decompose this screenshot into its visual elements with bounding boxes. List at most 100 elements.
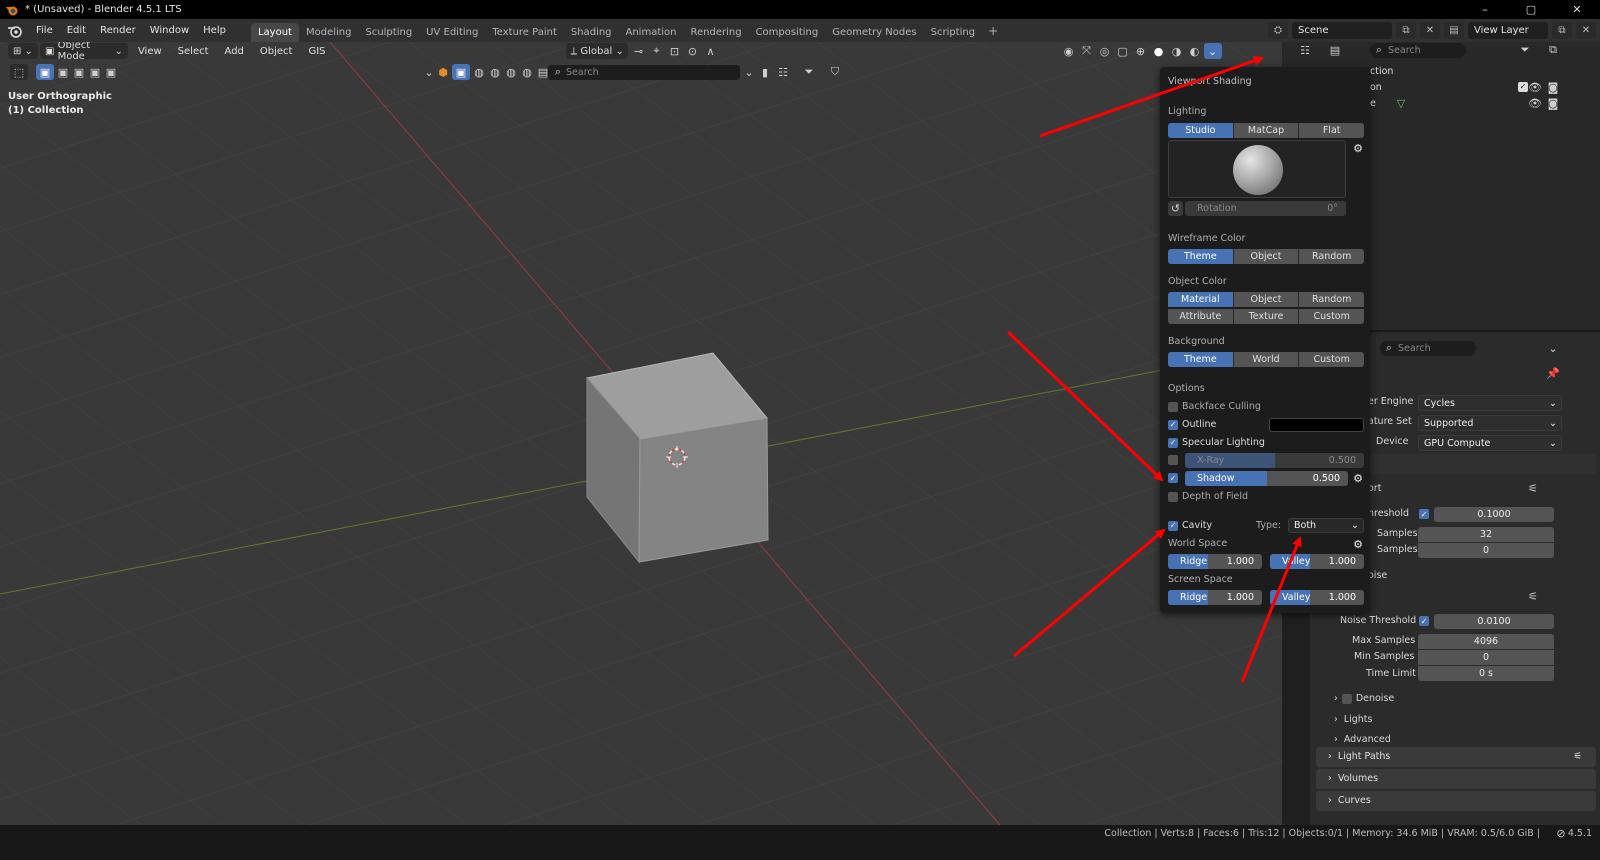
outliner-filter-icon[interactable]: ⏷ — [1516, 42, 1534, 58]
rendered-shading-icon[interactable]: ◐ — [1186, 43, 1204, 59]
lighting-studio-button[interactable]: Studio — [1168, 123, 1234, 138]
object-mode-dropdown[interactable]: ▣ Object Mode ⌄ — [39, 42, 128, 62]
bg-custom-button[interactable]: Custom — [1299, 352, 1364, 367]
outliner-cube-item[interactable]: e — [1370, 98, 1376, 109]
select-mode-new-icon[interactable]: ▣ — [36, 64, 54, 80]
wireframe-shading-icon[interactable]: ⊕ — [1132, 43, 1150, 59]
time-limit-field[interactable]: 0 s — [1418, 666, 1554, 681]
minimize-button[interactable]: – — [1462, 0, 1508, 19]
tab-geometry-nodes[interactable]: Geometry Nodes — [825, 23, 923, 42]
cube-visibility-eye-icon[interactable]: 👁 — [1526, 95, 1544, 111]
view-layer-browse-icon[interactable]: ▤ — [1444, 22, 1464, 39]
outliner-editor-type-icon[interactable]: ☷ — [1296, 42, 1314, 58]
tab-compositing[interactable]: Compositing — [749, 23, 826, 42]
filter-mesh-icon[interactable]: ▣ — [452, 64, 470, 80]
device-dropdown[interactable]: GPU Compute ⌄ — [1418, 435, 1562, 451]
advanced-subpanel[interactable]: › Advanced — [1334, 734, 1391, 745]
world-ridge-slider[interactable]: Ridge 1.000 — [1168, 554, 1262, 569]
depth-of-field-row[interactable]: Depth of Field — [1168, 491, 1248, 502]
editor-type-icon[interactable]: ⊞ ⌄ — [8, 43, 38, 59]
light-paths-section[interactable]: › Light Paths ⚟ — [1316, 747, 1596, 767]
tab-sculpting[interactable]: Sculpting — [358, 23, 419, 42]
collection-render-camera-icon[interactable]: ◙ — [1544, 79, 1562, 95]
tab-scripting[interactable]: Scripting — [924, 23, 982, 42]
scene-browse-icon[interactable]: ⛭ — [1268, 22, 1288, 39]
filter-funnel-icon[interactable]: ⏷ — [800, 64, 818, 80]
properties-options-chevron-icon[interactable]: ⌄ — [1544, 340, 1562, 356]
shading-popover-chevron-icon[interactable]: ⌄ — [1203, 43, 1222, 59]
view-layer-field[interactable]: View Layer — [1468, 22, 1548, 39]
xray-checkbox[interactable] — [1168, 455, 1178, 465]
depth-of-field-checkbox[interactable] — [1168, 491, 1178, 502]
delete-view-layer-icon[interactable]: ✕ — [1576, 22, 1596, 39]
blender-menu-icon[interactable] — [7, 23, 23, 39]
noise-threshold-checkbox[interactable]: ✓ — [1419, 616, 1429, 626]
gizmo-icon[interactable]: ⤧ — [1078, 43, 1096, 59]
bg-theme-button[interactable]: Theme — [1168, 352, 1234, 367]
tab-uv-editing[interactable]: UV Editing — [419, 23, 485, 42]
xray-slider[interactable]: X-Ray 0.500 — [1185, 453, 1364, 468]
volumes-section[interactable]: › Volumes — [1316, 769, 1596, 789]
viewport-search-input[interactable]: Search — [548, 65, 740, 80]
wire-theme-button[interactable]: Theme — [1168, 249, 1234, 264]
viewport-menu-object[interactable]: Object — [252, 46, 301, 57]
shadow-slider[interactable]: Shadow 0.500 — [1185, 471, 1348, 486]
world-valley-slider[interactable]: Valley 1.000 — [1270, 554, 1364, 569]
color-texture-button[interactable]: Texture — [1233, 309, 1300, 324]
preferences-gear-icon[interactable]: ⚙ — [1349, 140, 1367, 156]
denoise-checkbox[interactable] — [1341, 693, 1352, 704]
delete-scene-icon[interactable]: ✕ — [1420, 22, 1440, 39]
menu-window[interactable]: Window — [143, 25, 196, 36]
light-paths-presets-icon[interactable]: ⚟ — [1573, 747, 1582, 767]
viewport-menu-gis[interactable]: GIS — [300, 46, 333, 57]
world-space-lighting-icon[interactable]: ↺ — [1168, 201, 1183, 216]
outline-row[interactable]: ✓ Outline — [1168, 419, 1216, 430]
max-samples-field[interactable]: 4096 — [1418, 634, 1554, 649]
maximize-button[interactable]: ▢ — [1508, 0, 1554, 19]
proportional-edit-icon[interactable]: ⊙ — [684, 43, 702, 59]
falloff-icon[interactable]: ∧ — [702, 43, 720, 59]
backface-culling-row[interactable]: Backface Culling — [1168, 401, 1261, 412]
bookmark-icon[interactable]: ▮ — [756, 64, 774, 80]
shield-icon[interactable]: ⛉ — [826, 64, 844, 80]
solid-shading-icon[interactable]: ● — [1150, 43, 1168, 59]
mesh-data-icon[interactable]: ▽ — [1392, 95, 1410, 111]
viewport-menu-add[interactable]: Add — [217, 46, 252, 57]
outliner-display-mode-icon[interactable]: ▤ — [1326, 42, 1344, 58]
specular-lighting-checkbox[interactable]: ✓ — [1168, 437, 1178, 448]
backface-culling-checkbox[interactable] — [1168, 401, 1178, 412]
bg-world-button[interactable]: World — [1233, 352, 1300, 367]
feature-set-dropdown[interactable]: Supported ⌄ — [1418, 415, 1562, 431]
close-button[interactable]: ✕ — [1554, 0, 1600, 19]
lights-subpanel[interactable]: › Lights — [1334, 714, 1372, 725]
collection-visibility-eye-icon[interactable]: 👁 — [1526, 79, 1544, 95]
viewport-presets-icon[interactable]: ⚟ — [1524, 480, 1542, 496]
cavity-type-dropdown[interactable]: Both ⌄ — [1288, 518, 1364, 533]
object-types-icon[interactable]: ⬢ — [434, 64, 452, 80]
menu-render[interactable]: Render — [93, 25, 143, 36]
studio-light-preview[interactable] — [1168, 140, 1346, 198]
menu-file[interactable]: File — [29, 25, 60, 36]
screen-valley-slider[interactable]: Valley 1.000 — [1270, 590, 1364, 605]
denoise-subpanel[interactable]: › Denoise — [1334, 693, 1394, 704]
rotation-slider[interactable]: Rotation 0° — [1185, 201, 1346, 216]
render-presets-icon[interactable]: ⚟ — [1524, 588, 1542, 604]
vp-noise-threshold-checkbox[interactable]: ✓ — [1419, 509, 1429, 519]
color-object-button[interactable]: Object — [1233, 292, 1300, 307]
menu-help[interactable]: Help — [196, 25, 233, 36]
color-material-button[interactable]: Material — [1168, 292, 1234, 307]
transform-orientation-dropdown[interactable]: ⟂ Global ⌄ — [565, 43, 628, 59]
noise-threshold-field[interactable]: 0.0100 — [1434, 614, 1554, 629]
pivot-point-icon[interactable]: ⊸ — [630, 43, 648, 59]
cavity-settings-gear-icon[interactable]: ⚙ — [1349, 536, 1367, 552]
shadow-checkbox[interactable]: ✓ — [1168, 473, 1178, 483]
screen-ridge-slider[interactable]: Ridge 1.000 — [1168, 590, 1262, 605]
wire-random-button[interactable]: Random — [1299, 249, 1364, 264]
lighting-flat-button[interactable]: Flat — [1299, 123, 1364, 138]
new-scene-icon[interactable]: ⧉ — [1396, 22, 1416, 39]
render-engine-dropdown[interactable]: Cycles ⌄ — [1418, 395, 1562, 411]
outline-color-swatch[interactable] — [1269, 418, 1364, 432]
outline-checkbox[interactable]: ✓ — [1168, 419, 1178, 430]
outliner-collection-item[interactable]: on — [1370, 82, 1382, 93]
vp-min-samples-field[interactable]: 0 — [1418, 543, 1554, 558]
